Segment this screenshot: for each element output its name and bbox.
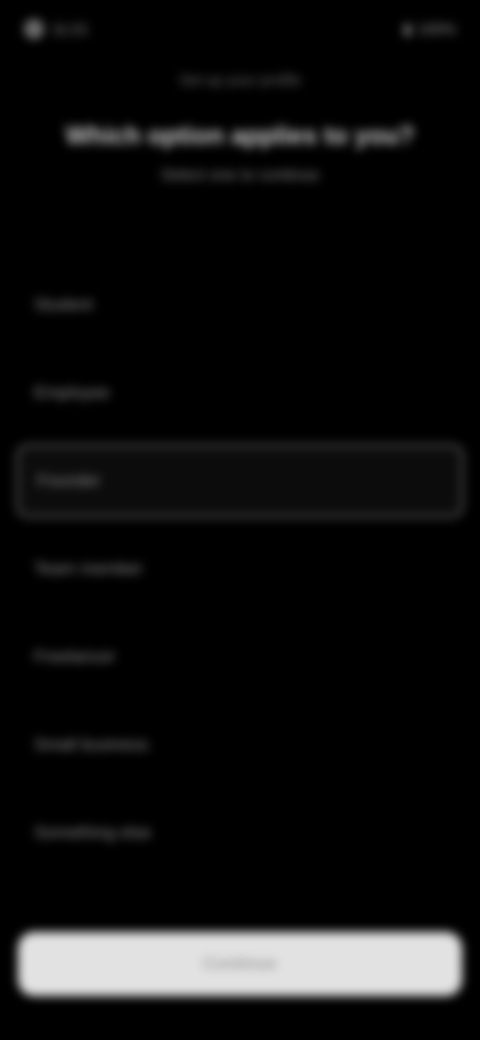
option-item[interactable]: Employee bbox=[16, 356, 464, 430]
status-bar: 11:21 ▮ 100% bbox=[24, 14, 456, 44]
option-label: Something else bbox=[34, 823, 152, 842]
option-item[interactable]: Small business bbox=[16, 708, 464, 782]
option-list: Student Employee Founder Team member Fre… bbox=[16, 268, 464, 884]
option-label: Freelancer bbox=[34, 647, 116, 666]
battery-icon: ▮ bbox=[403, 21, 412, 38]
continue-button[interactable]: Continue bbox=[18, 932, 462, 996]
page-subtitle: Select one to continue bbox=[160, 167, 320, 184]
option-label: Founder bbox=[37, 471, 101, 490]
option-label: Student bbox=[34, 295, 93, 314]
header-eyebrow: Set up your profile bbox=[179, 72, 301, 89]
option-item-selected[interactable]: Founder bbox=[16, 444, 464, 518]
option-label: Small business bbox=[34, 735, 149, 754]
status-indicators: ▮ 100% bbox=[403, 20, 456, 39]
status-time: 11:21 bbox=[52, 20, 89, 38]
status-time-group: 11:21 bbox=[24, 19, 88, 39]
page-title: Which option applies to you? bbox=[65, 122, 415, 150]
option-item[interactable]: Freelancer bbox=[16, 620, 464, 694]
page-header: Set up your profile Which option applies… bbox=[40, 72, 440, 185]
notification-icon bbox=[24, 19, 44, 39]
option-label: Team member bbox=[34, 559, 143, 578]
option-label: Employee bbox=[34, 383, 110, 402]
option-item[interactable]: Team member bbox=[16, 532, 464, 606]
battery-level: 100% bbox=[417, 20, 456, 38]
option-item[interactable]: Student bbox=[16, 268, 464, 342]
option-item[interactable]: Something else bbox=[16, 796, 464, 870]
